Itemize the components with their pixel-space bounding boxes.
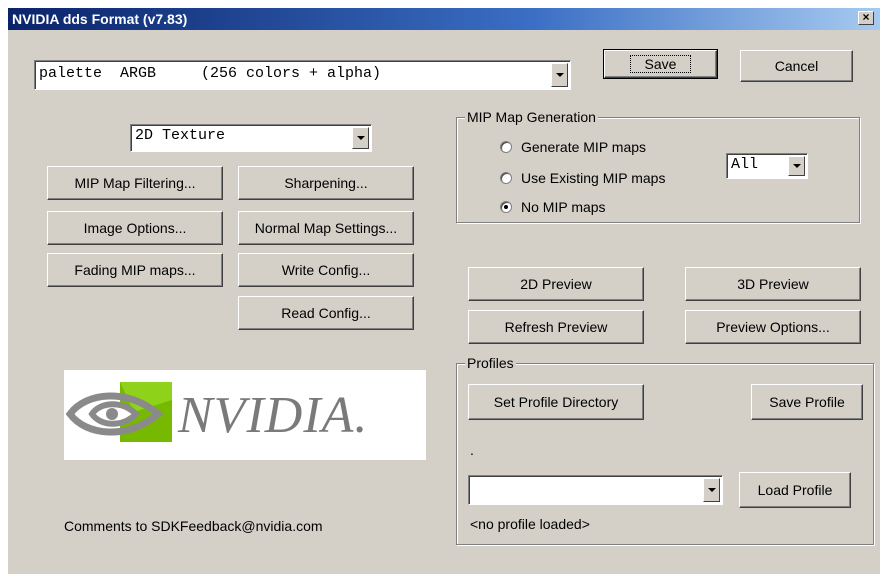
profile-directory-text: . [470,442,474,458]
preview-2d-button[interactable]: 2D Preview [468,267,644,301]
preview-options-button[interactable]: Preview Options... [685,310,861,344]
save-button[interactable]: Save [603,49,718,79]
title-bar[interactable]: NVIDIA dds Format (v7.83) × [8,8,880,30]
mip-levels-value: All [731,156,759,173]
use-existing-mip-maps-radio[interactable]: Use Existing MIP maps [500,170,665,186]
mip-map-filtering-button[interactable]: MIP Map Filtering... [47,166,223,200]
normal-map-settings-button[interactable]: Normal Map Settings... [238,211,414,245]
profiles-legend: Profiles [465,355,516,371]
no-mip-maps-radio[interactable]: No MIP maps [500,199,606,215]
use-existing-mip-maps-label: Use Existing MIP maps [521,170,666,186]
cancel-button[interactable]: Cancel [740,50,853,82]
load-profile-button[interactable]: Load Profile [739,472,851,508]
radio-circle-icon [500,172,512,184]
format-dropdown[interactable]: palette ARGB (256 colors + alpha) [34,60,571,90]
preview-3d-button[interactable]: 3D Preview [685,267,861,301]
nvidia-logo: NVIDIA. [64,370,426,460]
refresh-preview-button[interactable]: Refresh Preview [468,310,644,344]
no-mip-maps-label: No MIP maps [521,199,606,215]
chevron-down-icon[interactable] [703,478,720,502]
generate-mip-maps-radio[interactable]: Generate MIP maps [500,139,646,155]
radio-circle-icon [500,141,512,153]
generate-mip-maps-label: Generate MIP maps [521,139,647,155]
profile-status-text: <no profile loaded> [470,516,590,532]
texture-type-value: 2D Texture [135,127,226,144]
profile-dropdown[interactable] [468,475,723,505]
mip-generation-legend: MIP Map Generation [465,109,598,125]
texture-type-dropdown[interactable]: 2D Texture [130,124,372,152]
fading-mip-maps-button[interactable]: Fading MIP maps... [47,253,223,287]
window-title: NVIDIA dds Format (v7.83) [12,11,188,27]
save-button-label: Save [629,55,692,73]
nvidia-eye-icon [65,382,172,442]
nvidia-wordmark: NVIDIA. [178,387,369,444]
close-button[interactable]: × [858,11,874,25]
save-profile-button[interactable]: Save Profile [751,384,863,420]
comments-text: Comments to SDKFeedback@nvidia.com [64,518,323,534]
read-config-button[interactable]: Read Config... [238,296,414,330]
image-options-button[interactable]: Image Options... [47,211,223,245]
set-profile-directory-button[interactable]: Set Profile Directory [468,384,644,420]
dialog-window: NVIDIA dds Format (v7.83) × palette ARGB… [0,0,885,574]
mip-levels-dropdown[interactable]: All [726,153,808,179]
radio-selected-icon [500,201,512,213]
sharpening-button[interactable]: Sharpening... [238,166,414,200]
chevron-down-icon[interactable] [352,127,369,149]
chevron-down-icon[interactable] [551,63,568,87]
write-config-button[interactable]: Write Config... [238,253,414,287]
chevron-down-icon[interactable] [788,156,805,176]
format-value: palette ARGB (256 colors + alpha) [39,65,382,82]
